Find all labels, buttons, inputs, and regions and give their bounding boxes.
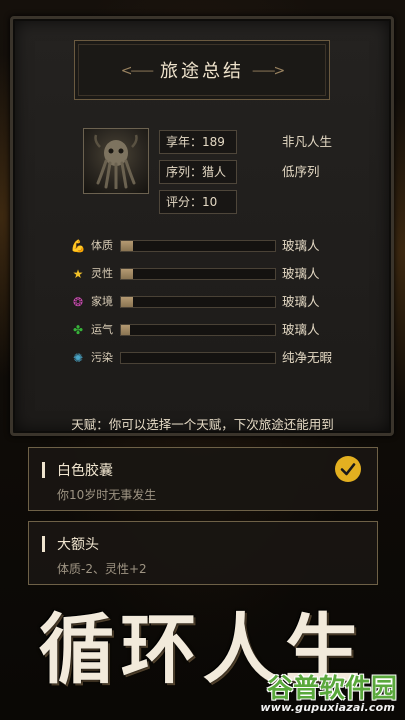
title-flourish-left: <⸺ <box>120 63 154 79</box>
stat-bar-fill <box>121 241 134 251</box>
sequence-rating: 低序列 <box>282 164 320 179</box>
stat-bar <box>120 268 276 280</box>
stat-bar <box>120 240 276 252</box>
page-title: 旅途总结 <box>160 61 244 82</box>
age-field: 享年：189 <box>159 130 237 154</box>
card-marker <box>42 536 45 552</box>
stat-value: 玻璃人 <box>282 322 320 337</box>
score-field: 评分：10 <box>159 190 237 214</box>
checkmark-icon <box>335 456 361 482</box>
talent-desc: 体质-2、灵性+2 <box>57 562 147 576</box>
stat-bar <box>120 352 276 364</box>
stat-label: 污染 <box>91 351 113 364</box>
stat-row: ✺ 污染 纯净无暇 <box>70 350 370 366</box>
watermark-url: www.gupuxiazai.com <box>260 701 395 714</box>
watermark-logo: 谷普软件园 <box>266 674 397 704</box>
sequence-field: 序列：猎人 <box>159 160 237 184</box>
brain-icon: ❂ <box>72 295 84 309</box>
stat-value: 纯净无暇 <box>282 350 333 365</box>
stat-bar-fill <box>121 325 131 335</box>
stat-value: 玻璃人 <box>282 238 320 253</box>
stat-label: 家境 <box>91 295 113 308</box>
stat-row: 💪 体质 玻璃人 <box>70 238 370 254</box>
star-icon: ★ <box>72 267 84 281</box>
stat-value: 玻璃人 <box>282 294 320 309</box>
stat-row: ★ 灵性 玻璃人 <box>70 266 370 282</box>
talent-card-big-forehead[interactable]: 大额头 体质-2、灵性+2 <box>28 521 378 585</box>
talent-name: 大额头 <box>57 537 99 553</box>
stat-row: ✤ 运气 玻璃人 <box>70 322 370 338</box>
card-marker <box>42 462 45 478</box>
title-bar: <⸺ 旅途总结 ⸺> <box>74 40 330 100</box>
character-avatar <box>83 128 149 194</box>
stat-label: 运气 <box>91 323 113 336</box>
stat-bar <box>120 324 276 336</box>
tentacle-portrait-icon <box>94 134 138 189</box>
clover-icon: ✤ <box>72 323 84 337</box>
talent-name: 白色胶囊 <box>57 463 113 479</box>
stat-bar-fill <box>121 269 134 279</box>
stat-value: 玻璃人 <box>282 266 320 281</box>
stat-row: ❂ 家境 玻璃人 <box>70 294 370 310</box>
muscle-icon: 💪 <box>70 239 86 253</box>
stat-bar <box>120 296 276 308</box>
stat-bar-fill <box>121 297 134 307</box>
stat-label: 体质 <box>91 239 113 252</box>
stat-label: 灵性 <box>91 267 113 280</box>
title-flourish-right: ⸺> <box>252 63 285 79</box>
life-rating: 非凡人生 <box>282 134 333 149</box>
virus-icon: ✺ <box>72 351 84 365</box>
talent-hint: 天赋：你可以选择一个天赋，下次旅途还能用到 <box>71 417 334 432</box>
talent-card-white-capsule[interactable]: 白色胶囊 你10岁时无事发生 <box>28 447 378 511</box>
talent-desc: 你10岁时无事发生 <box>57 488 157 502</box>
